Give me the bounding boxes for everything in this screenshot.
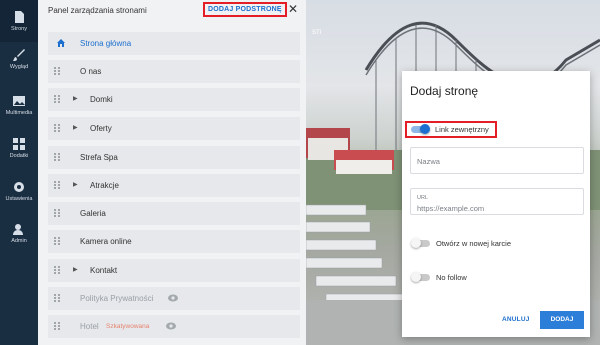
brush-icon [13,49,25,61]
page-label: Galeria [80,209,106,218]
submit-button[interactable]: DODAJ [540,311,584,329]
drag-handle-icon[interactable] [54,124,60,133]
drag-handle-icon[interactable] [54,237,60,246]
status-badge: Szkatywowana [106,323,150,330]
external-link-toggle[interactable] [411,124,430,134]
page-row[interactable]: Polityka Prywatności [48,287,300,310]
nofollow-label: No follow [436,273,467,282]
drag-handle-icon[interactable] [54,322,60,331]
external-link-label: Link zewnętrzny [435,125,489,134]
page-label: Kontakt [90,266,118,275]
add-page-dialog: Dodaj stronę Link zewnętrzny Nazwa URL h… [402,71,590,337]
name-placeholder: Nazwa [417,157,440,166]
page-row[interactable]: ▶ Oferty [48,117,300,140]
drag-handle-icon[interactable] [54,153,60,162]
new-tab-toggle[interactable] [411,238,430,248]
external-link-toggle-row[interactable]: Link zewnętrzny [405,121,497,138]
url-placeholder: https://example.com [417,204,485,213]
dialog-title: Dodaj stronę [410,84,479,98]
add-subpage-button[interactable]: DODAJ PODSTRONĘ [203,2,287,17]
page-label: O nas [80,67,102,76]
close-icon[interactable]: ✕ [288,3,298,15]
page-row[interactable]: ▶ Atrakcje [48,174,300,197]
url-field[interactable]: URL https://example.com [410,188,584,215]
page-row-home[interactable]: Strona główna [48,32,300,55]
eye-icon[interactable] [166,322,176,330]
panel-header: Panel zarządzania stronami DODAJ PODSTRO… [38,0,306,22]
home-icon [57,39,65,47]
name-field[interactable]: Nazwa [410,147,584,174]
expand-arrow-icon[interactable]: ▶ [73,95,78,102]
nav-item-admin[interactable]: Admin [0,222,38,256]
nav-label: Dodatki [9,153,29,159]
page-row[interactable]: Strefa Spa [48,146,300,169]
eye-icon[interactable] [168,294,178,302]
nav-item-dodatki[interactable]: Dodatki [0,137,38,171]
page-row[interactable]: O nas [48,60,300,83]
page-label: Strona główna [80,39,132,48]
expand-arrow-icon[interactable]: ▶ [73,181,78,188]
cancel-button[interactable]: ANULUJ [502,316,530,323]
nav-item-wyglad[interactable]: Wygląd [0,48,38,82]
page-label: Hotel [80,322,99,331]
drag-handle-icon[interactable] [54,95,60,104]
page-label: Polityka Prywatności [80,294,154,303]
nav-item-strony[interactable]: Strony [0,0,38,42]
nav-label: Admin [11,238,27,244]
nofollow-toggle-row[interactable]: No follow [408,271,588,285]
page-label: Strefa Spa [80,153,118,162]
drag-handle-icon[interactable] [54,266,60,275]
expand-arrow-icon[interactable]: ▶ [73,266,78,273]
new-tab-label: Otwórz w nowej karcie [436,239,512,248]
nav-label: Ustawienia [5,196,33,202]
page-row[interactable]: Hotel Szkatywowana [48,315,300,338]
nofollow-toggle[interactable] [411,272,430,282]
nav-label: Wygląd [9,64,29,70]
nav-item-ustawienia[interactable]: Ustawienia [0,180,38,214]
page-label: Domki [90,95,113,104]
page-row[interactable]: ▶ Domki [48,88,300,111]
drag-handle-icon[interactable] [54,181,60,190]
page-label: Oferty [90,124,112,133]
drag-handle-icon[interactable] [54,294,60,303]
file-icon [15,11,24,23]
pages-panel: Panel zarządzania stronami DODAJ PODSTRO… [38,0,306,345]
new-tab-toggle-row[interactable]: Otwórz w nowej karcie [408,237,588,251]
background-text: STI [312,30,322,36]
image-icon [13,96,25,106]
left-nav: Strony Wygląd Multimedia Dodatki Ustawie… [0,0,38,345]
user-icon [13,224,23,235]
nav-item-multimedia[interactable]: Multimedia [0,94,38,128]
panel-title: Panel zarządzania stronami [48,6,147,15]
page-row[interactable]: Kamera online [48,230,300,253]
drag-handle-icon[interactable] [54,209,60,218]
nav-label: Strony [11,26,27,32]
page-label: Kamera online [80,237,132,246]
drag-handle-icon[interactable] [54,67,60,76]
gear-icon [14,182,24,192]
grid-icon [13,138,25,150]
url-label: URL [417,195,429,201]
nav-label: Multimedia [5,110,33,116]
expand-arrow-icon[interactable]: ▶ [73,124,78,131]
page-label: Atrakcje [90,181,119,190]
page-row[interactable]: ▶ Kontakt [48,259,300,282]
page-row[interactable]: Galeria [48,202,300,225]
